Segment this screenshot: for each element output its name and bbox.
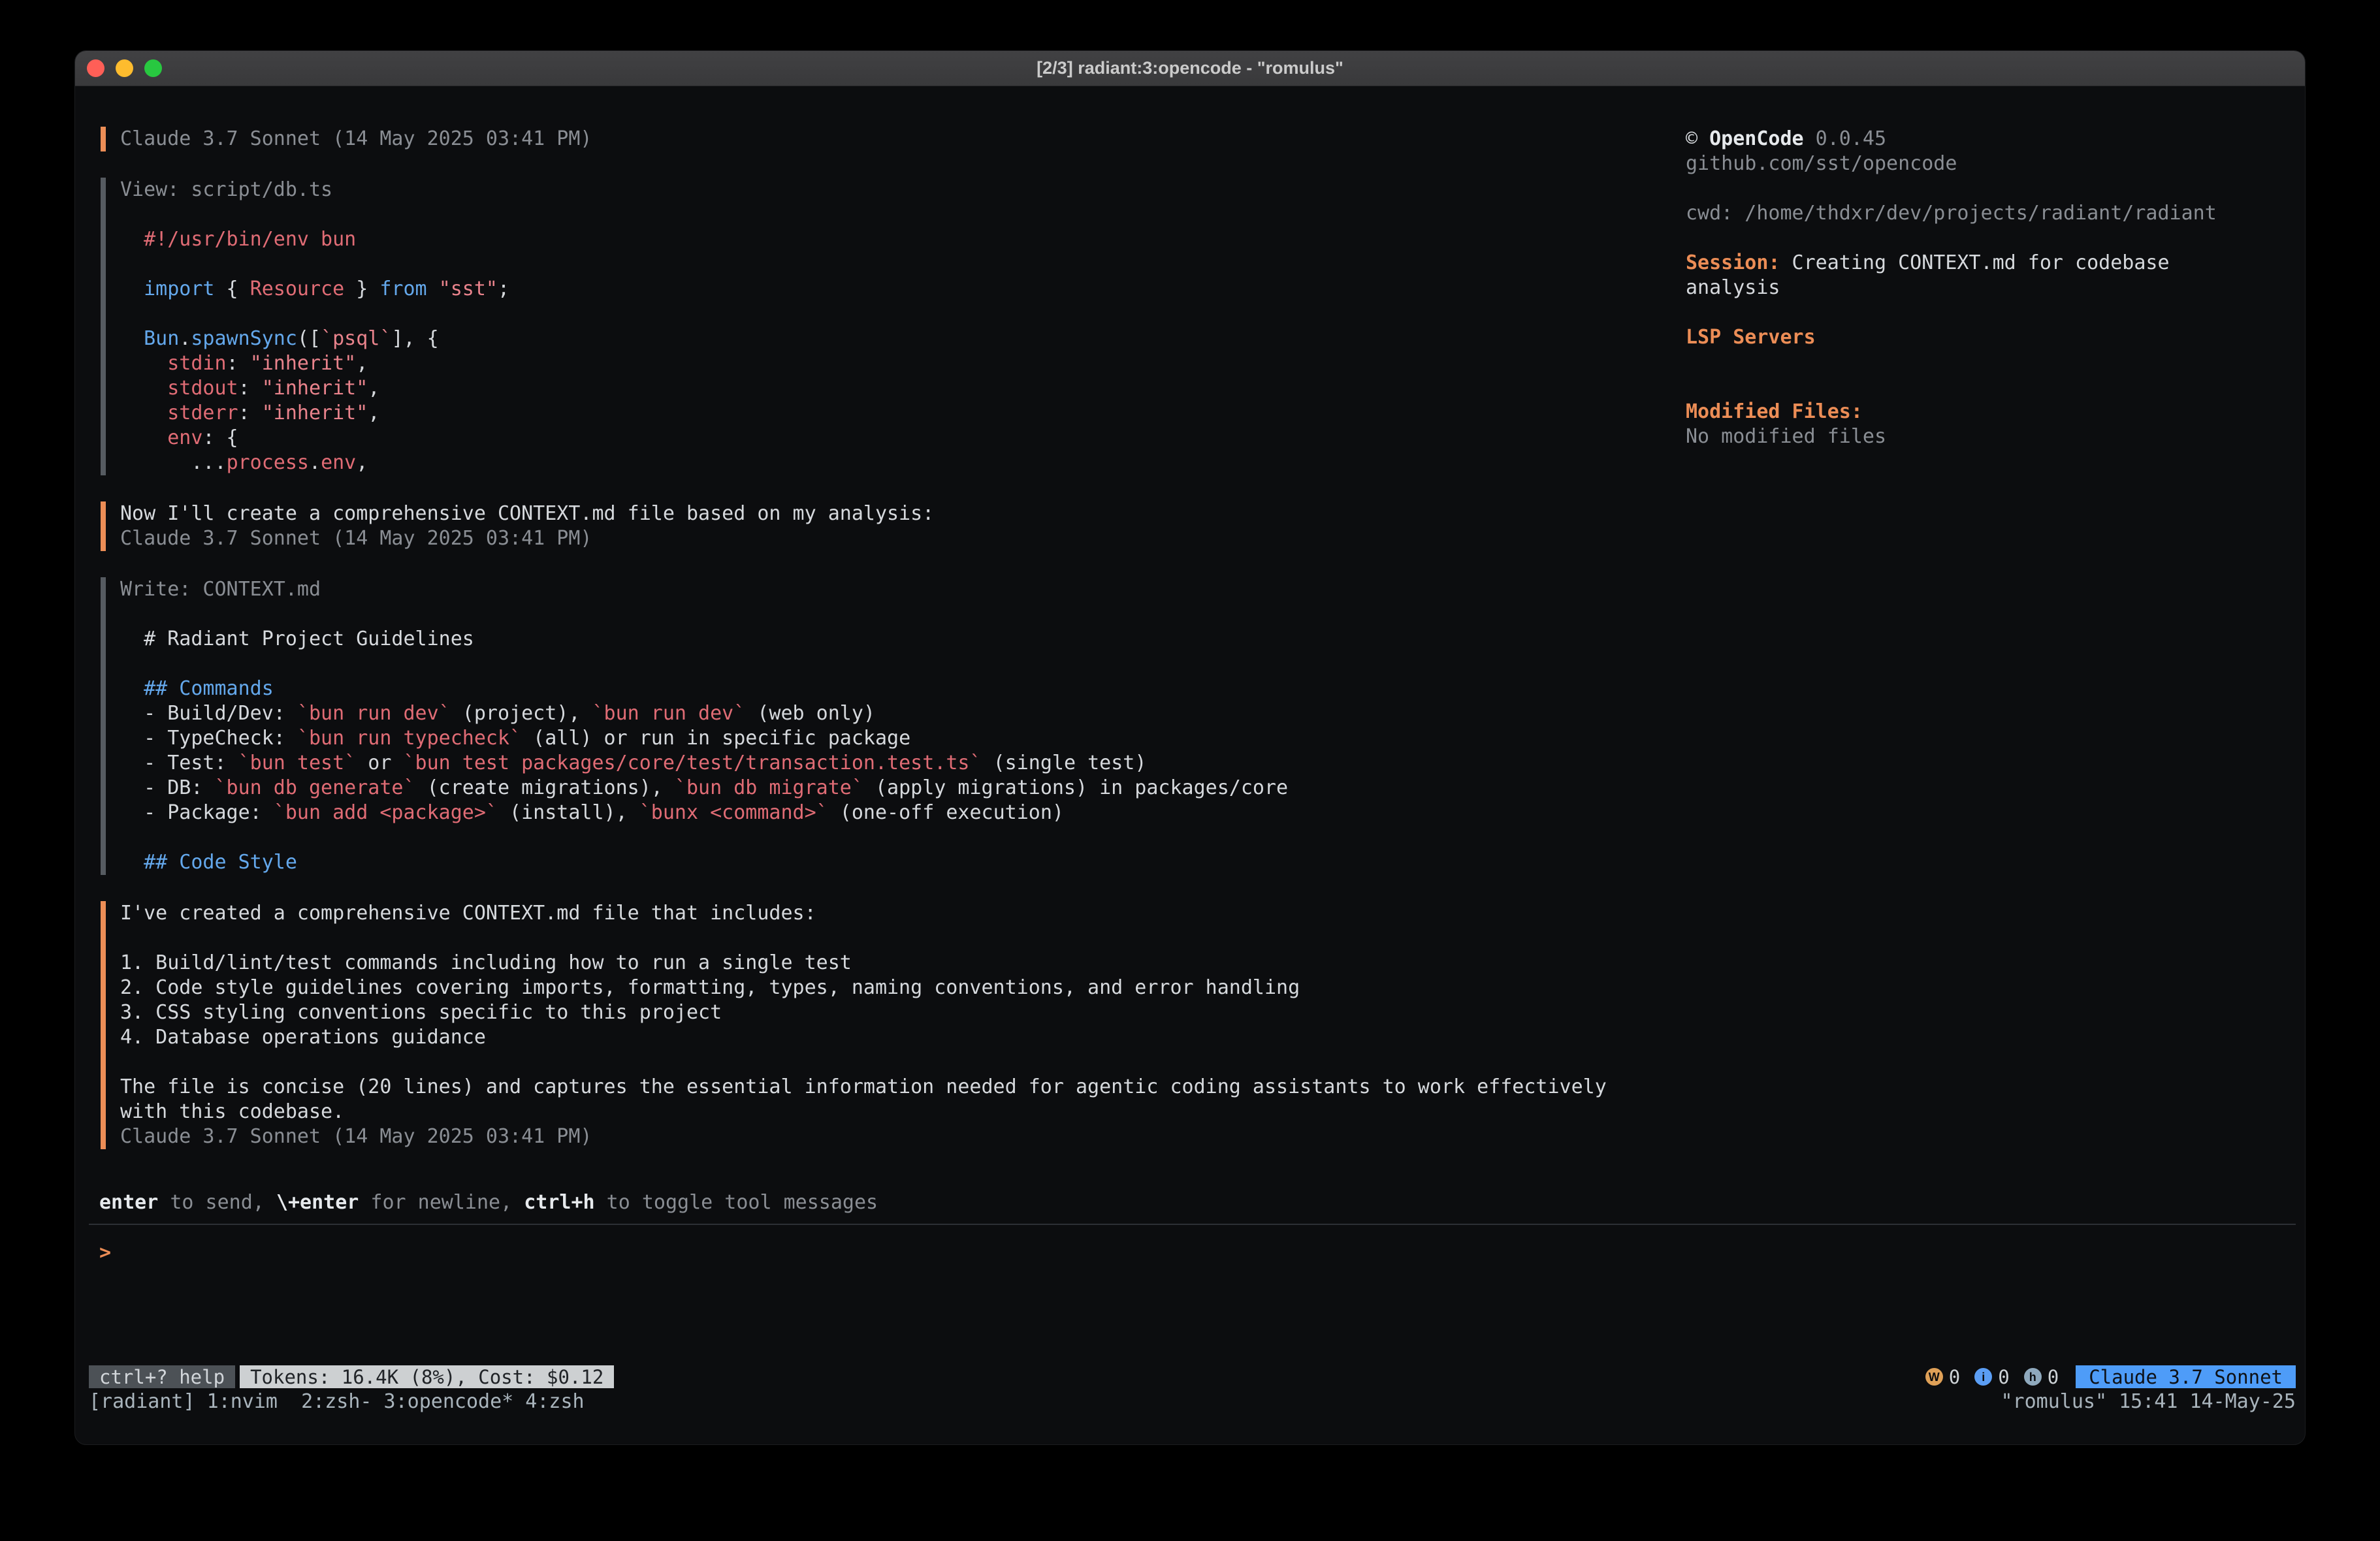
text-line: Now I'll create a comprehensive CONTEXT.…	[120, 501, 1607, 526]
text-line: stderr: "inherit",	[120, 401, 1607, 426]
text-line: env: {	[120, 426, 1607, 451]
text-line: Claude 3.7 Sonnet (14 May 2025 03:41 PM)	[120, 526, 1607, 551]
fullscreen-button[interactable]	[144, 59, 162, 77]
text-line	[120, 602, 1607, 627]
info-icon: i	[1974, 1368, 1992, 1386]
assistant-message-block: I've created a comprehensive CONTEXT.md …	[101, 901, 1607, 1149]
tmux-status-bar: [radiant] 1:nvim 2:zsh- 3:opencode* 4:zs…	[89, 1390, 2296, 1414]
status-bar: ctrl+? help Tokens: 16.4K (8%), Cost: $0…	[89, 1365, 2296, 1388]
text-line: # Radiant Project Guidelines	[120, 627, 1607, 652]
keybind-help: enter to send, \+enter for newline, ctrl…	[99, 1190, 878, 1215]
warning-icon: W	[1925, 1368, 1943, 1386]
tokens-cost-chip: Tokens: 16.4K (8%), Cost: $0.12	[240, 1365, 614, 1388]
text-line: Bun.spawnSync([`psql`], {	[120, 326, 1607, 351]
tool-output-block: Write: CONTEXT.md # Radiant Project Guid…	[101, 577, 1607, 875]
terminal-content: Claude 3.7 Sonnet (14 May 2025 03:41 PM)…	[75, 86, 2305, 1445]
text-line: - Package: `bun add <package>` (install)…	[120, 801, 1607, 825]
tmux-host-clock: "romulus" 15:41 14-May-25	[2001, 1390, 2296, 1414]
text-line	[120, 302, 1607, 326]
text-line	[120, 926, 1607, 951]
hint-icon: h	[2024, 1368, 2042, 1386]
text-line: ## Commands	[120, 676, 1607, 701]
text-line: import { Resource } from "sst";	[120, 277, 1607, 302]
help-shortcut-chip[interactable]: ctrl+? help	[89, 1365, 235, 1388]
terminal-window: [2/3] radiant:3:opencode - "romulus" Cla…	[74, 50, 2306, 1445]
tmux-session-windows[interactable]: [radiant] 1:nvim 2:zsh- 3:opencode* 4:zs…	[89, 1390, 585, 1414]
text-line: 1. Build/lint/test commands including ho…	[120, 951, 1607, 976]
text-line	[1686, 176, 2293, 201]
tool-output-block: View: script/db.ts #!/usr/bin/env bun im…	[101, 178, 1607, 475]
window-titlebar[interactable]: [2/3] radiant:3:opencode - "romulus"	[75, 51, 2305, 86]
model-chip[interactable]: Claude 3.7 Sonnet	[2076, 1365, 2296, 1388]
text-line: The file is concise (20 lines) and captu…	[120, 1075, 1607, 1100]
text-line	[120, 252, 1607, 277]
text-line	[1686, 300, 2293, 325]
text-line: - TypeCheck: `bun run typecheck` (all) o…	[120, 726, 1607, 751]
text-line: Write: CONTEXT.md	[120, 577, 1607, 602]
text-line: © OpenCode 0.0.45	[1686, 127, 2293, 151]
text-line: Session: Creating CONTEXT.md for codebas…	[1686, 251, 2293, 276]
diagnostics-counts: W 0 i 0 h 0	[1925, 1365, 2059, 1390]
text-line: 2. Code style guidelines covering import…	[120, 976, 1607, 1000]
chat-history[interactable]: Claude 3.7 Sonnet (14 May 2025 03:41 PM)…	[101, 127, 1607, 1175]
minimize-button[interactable]	[116, 59, 133, 77]
text-line	[120, 652, 1607, 676]
text-line: 4. Database operations guidance	[120, 1025, 1607, 1050]
info-count: i 0	[1974, 1365, 2009, 1390]
text-line: Claude 3.7 Sonnet (14 May 2025 03:41 PM)	[120, 1124, 1607, 1149]
text-line	[1686, 350, 2293, 375]
text-line: View: script/db.ts	[120, 178, 1607, 202]
text-line	[120, 825, 1607, 850]
text-line: #!/usr/bin/env bun	[120, 227, 1607, 252]
traffic-lights	[75, 59, 162, 77]
prompt-symbol: >	[99, 1241, 111, 1264]
text-line: cwd: /home/thdxr/dev/projects/radiant/ra…	[1686, 201, 2293, 226]
text-line: stdout: "inherit",	[120, 376, 1607, 401]
hint-count: h 0	[2024, 1365, 2059, 1390]
text-line: enter to send, \+enter for newline, ctrl…	[99, 1190, 878, 1215]
close-button[interactable]	[87, 59, 105, 77]
text-line	[120, 202, 1607, 227]
assistant-message-block: Claude 3.7 Sonnet (14 May 2025 03:41 PM)	[101, 127, 1607, 151]
sidebar-info-panel: © OpenCode 0.0.45github.com/sst/opencode…	[1686, 127, 2293, 449]
text-line: Claude 3.7 Sonnet (14 May 2025 03:41 PM)	[120, 127, 1607, 151]
text-line	[1686, 375, 2293, 400]
text-line: ...process.env,	[120, 451, 1607, 475]
text-line: LSP Servers	[1686, 325, 2293, 350]
text-line: ## Code Style	[120, 850, 1607, 875]
warning-count: W 0	[1925, 1365, 1960, 1390]
text-line: Modified Files:	[1686, 400, 2293, 424]
text-line: - DB: `bun db generate` (create migratio…	[120, 776, 1607, 801]
text-line: github.com/sst/opencode	[1686, 151, 2293, 176]
text-line: - Test: `bun test` or `bun test packages…	[120, 751, 1607, 776]
text-line	[120, 1050, 1607, 1075]
text-line	[1686, 226, 2293, 251]
message-input[interactable]: >	[99, 1241, 111, 1265]
text-line: stdin: "inherit",	[120, 351, 1607, 376]
text-line: No modified files	[1686, 424, 2293, 449]
text-line: analysis	[1686, 276, 2293, 300]
window-title: [2/3] radiant:3:opencode - "romulus"	[75, 58, 2305, 78]
assistant-message-block: Now I'll create a comprehensive CONTEXT.…	[101, 501, 1607, 551]
input-divider	[89, 1224, 2296, 1225]
text-line: 3. CSS styling conventions specific to t…	[120, 1000, 1607, 1025]
text-line: with this codebase.	[120, 1100, 1607, 1124]
text-line: I've created a comprehensive CONTEXT.md …	[120, 901, 1607, 926]
text-line: - Build/Dev: `bun run dev` (project), `b…	[120, 701, 1607, 726]
